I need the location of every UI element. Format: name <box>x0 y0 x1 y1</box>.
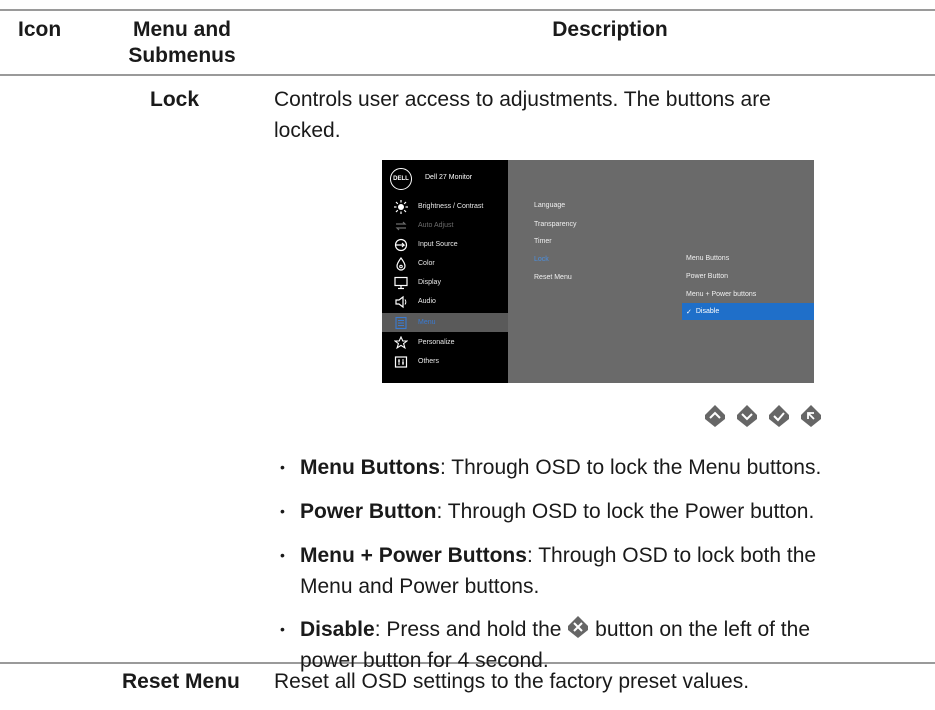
lock-description: Controls user access to adjustments. The… <box>274 84 924 146</box>
osd-main-menu: DELL Dell 27 Monitor Brightness / Contra… <box>382 160 508 383</box>
osd-item-label: Others <box>418 358 440 365</box>
bullet-text: button on the left of the <box>589 618 810 641</box>
osd-item-brightness[interactable]: Brightness / Contrast <box>382 197 508 216</box>
check-icon[interactable] <box>768 404 790 428</box>
bullet-text: : Through OSD to lock both the <box>526 544 817 567</box>
bullet-text: : Press and hold the <box>374 618 568 641</box>
osd-screenshot: DELL Dell 27 Monitor Brightness / Contra… <box>382 160 814 383</box>
osd-title: Dell 27 Monitor <box>425 174 473 181</box>
osd-submenu-transparency[interactable]: Transparency <box>534 221 577 228</box>
bullet-menu-power-buttons: • Menu + Power Buttons: Through OSD to l… <box>280 540 930 602</box>
osd-item-label: Color <box>418 260 435 267</box>
osd-submenu-lock[interactable]: Lock <box>534 256 549 263</box>
down-icon[interactable] <box>736 404 758 428</box>
reset-menu-description: Reset all OSD settings to the factory pr… <box>274 670 750 693</box>
col-header-description: Description <box>552 18 668 41</box>
menu-name-reset-menu: Reset Menu <box>122 670 240 693</box>
color-icon <box>394 256 408 271</box>
osd-item-display[interactable]: Display <box>382 273 508 292</box>
osd-option-menu-power-buttons[interactable]: Menu + Power buttons <box>682 286 814 303</box>
menu-name-lock: Lock <box>150 88 200 111</box>
table-top-rule <box>0 9 935 11</box>
col-header-menu-line2: Submenus <box>128 44 236 67</box>
col-header-menu-line1: Menu and <box>133 18 231 41</box>
bullet-text: : Through OSD to lock the Menu buttons. <box>439 456 822 479</box>
osd-item-menu[interactable]: Menu <box>382 313 508 332</box>
menu-icon <box>394 316 408 330</box>
bullet-dot: • <box>280 547 285 563</box>
dell-logo: DELL <box>390 168 412 190</box>
bullet-term: Menu + Power Buttons <box>300 544 527 567</box>
bullet-menu-buttons: • Menu Buttons: Through OSD to lock the … <box>280 452 930 483</box>
star-icon <box>394 335 408 350</box>
bullet-text-line2: Menu and Power buttons. <box>300 575 540 598</box>
osd-item-label: Input Source <box>418 241 458 248</box>
lock-description-line1: Controls user access to adjustments. The… <box>274 88 771 111</box>
osd-item-auto-adjust[interactable]: Auto Adjust <box>382 216 508 235</box>
col-header-icon: Icon <box>18 18 62 41</box>
osd-item-label: Audio <box>418 298 436 305</box>
close-icon <box>568 616 589 638</box>
osd-item-label: Brightness / Contrast <box>418 203 484 210</box>
nav-button-row <box>704 404 822 428</box>
input-source-icon <box>394 238 408 252</box>
osd-item-label: Personalize <box>418 339 455 346</box>
osd-item-audio[interactable]: Audio <box>382 292 508 311</box>
osd-submenu-timer[interactable]: Timer <box>534 238 552 245</box>
others-icon <box>394 355 408 369</box>
osd-option-power-button[interactable]: Power Button <box>682 268 814 285</box>
bullet-dot: • <box>280 503 285 519</box>
brightness-icon <box>394 199 408 214</box>
osd-item-input-source[interactable]: Input Source <box>382 235 508 254</box>
osd-item-personalize[interactable]: Personalize <box>382 333 508 352</box>
bullet-power-button: • Power Button: Through OSD to lock the … <box>280 496 930 527</box>
back-icon[interactable] <box>800 404 822 428</box>
osd-option-disable[interactable]: ✓ Disable <box>682 303 814 320</box>
bullet-term: Disable <box>300 618 375 641</box>
lock-description-line2: locked. <box>274 119 341 142</box>
osd-option-menu-buttons[interactable]: Menu Buttons <box>682 250 814 267</box>
up-icon[interactable] <box>704 404 726 428</box>
osd-item-others[interactable]: Others <box>382 352 508 371</box>
osd-item-color[interactable]: Color <box>382 254 508 273</box>
col-header-menu: Menu and Submenus <box>112 17 252 69</box>
auto-adjust-icon <box>394 219 408 233</box>
audio-icon <box>394 295 408 309</box>
bullet-text: : Through OSD to lock the Power button. <box>436 500 815 523</box>
osd-submenu-language[interactable]: Language <box>534 202 565 209</box>
checkmark-icon: ✓ <box>686 308 692 316</box>
osd-item-label: Auto Adjust <box>418 222 454 229</box>
osd-submenu-reset-menu[interactable]: Reset Menu <box>534 274 572 281</box>
osd-option-label: Disable <box>695 308 720 315</box>
osd-item-label: Menu <box>418 319 436 326</box>
bullet-dot: • <box>280 621 285 637</box>
bullet-term: Menu Buttons <box>300 456 440 479</box>
display-icon <box>394 276 408 290</box>
header-bottom-rule <box>0 74 935 76</box>
bullet-dot: • <box>280 459 285 475</box>
bullet-term: Power Button <box>300 500 437 523</box>
osd-item-label: Display <box>418 279 441 286</box>
